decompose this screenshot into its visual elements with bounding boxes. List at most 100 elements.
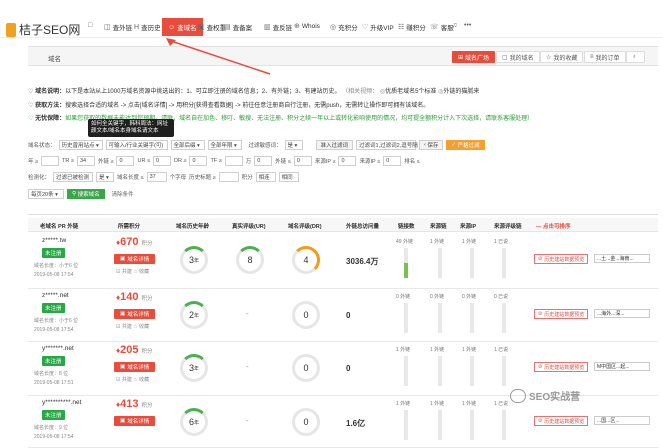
reset-link[interactable]: 清除条件 — [112, 190, 134, 198]
column-header-9[interactable]: 来源评级链 — [494, 222, 522, 230]
nav-item-6[interactable]: ▥ 查反链 — [264, 22, 292, 32]
site-logo[interactable]: 桔子SEO网 — [6, 21, 80, 38]
column-header-10[interactable]: — 点击可排序 — [536, 222, 571, 230]
tab-button-2[interactable]: ☆ 我的收藏 — [540, 51, 584, 63]
tab-button-label: 我的订单 — [595, 55, 620, 62]
detect-select[interactable]: 过滤已被检测 — [53, 172, 94, 182]
metric-label: DR ≥ — [173, 158, 187, 164]
connect-select[interactable]: 相连 — [255, 172, 276, 182]
ur-value: - — [246, 416, 249, 425]
filter-word-input[interactable]: 准入过滤词 — [315, 140, 354, 150]
cart-icon: ♡ — [28, 103, 34, 109]
source-link: 0 外链 — [430, 294, 445, 300]
link-icon: ⊘ — [538, 311, 543, 317]
nav-item-8[interactable]: ◎ 充积分 — [330, 22, 358, 32]
tab-button-4[interactable]: ♁ — [626, 51, 645, 63]
metric-label: 来源IP ≥ — [314, 159, 336, 165]
metric-input-0[interactable] — [41, 156, 60, 166]
column-header-4[interactable]: 域名评级(DR) — [288, 222, 322, 230]
age-ring: 3年 — [180, 354, 208, 382]
domain-detail-button[interactable]: ▣ 域名详情 — [114, 309, 156, 319]
metric-input-1[interactable]: 34 — [76, 156, 95, 166]
domain-name[interactable]: y*******.net — [42, 345, 74, 352]
video-link-2[interactable]: 外链的猫腻来 — [443, 89, 479, 95]
domain-name[interactable]: y**********.net — [42, 399, 81, 406]
status-select[interactable]: 历史曾用站点 ▾ — [58, 140, 103, 150]
filter-words-field[interactable]: 过滤词1,过滤词2,逗号隔 — [356, 140, 418, 150]
nav-item-13[interactable]: ••• — [464, 22, 473, 29]
history-preview-button[interactable]: ⊘ 历史建站数据预览 — [534, 416, 589, 426]
nav-item-2[interactable]: H 查历史 — [134, 22, 161, 33]
source-ip: 1 外链 — [462, 239, 477, 245]
metric-input-9[interactable]: 0 — [383, 156, 402, 166]
year-select[interactable]: 全部年限 ▾ — [207, 140, 242, 150]
detect-yes-select[interactable]: 是 ▾ — [96, 172, 115, 182]
tab-domain[interactable]: 域名 — [48, 53, 61, 63]
history-preview-button[interactable]: ⊘ 历史建站数据预览 — [534, 362, 589, 372]
domain-name[interactable]: z*****.net — [42, 292, 69, 299]
suffix-select[interactable]: 全部后缀 ▾ — [170, 140, 205, 150]
tab-button-label: 域名广场 — [465, 55, 490, 62]
nav-item-4[interactable]: ▣ 查权重 — [198, 22, 226, 32]
domain-name[interactable]: z*****.tw — [42, 237, 66, 244]
nav-item-0[interactable]: □ — [88, 22, 94, 29]
row-actions[interactable]: ☑ 共建 ☆ 收藏 — [116, 323, 149, 330]
tab-button-1[interactable]: ▢ 我的域名 — [496, 51, 540, 63]
filter-row-1: 域名状态： 历史曾用站点 ▾ 可输入/行业关键字(可) 全部后缀 ▾ 全部年限 … — [28, 139, 485, 151]
tab-button-icon: ♁ — [632, 54, 637, 60]
column-header-1[interactable]: 所需积分 — [118, 222, 140, 230]
same-select[interactable]: 相同 — [278, 172, 299, 182]
length-input[interactable]: 37 — [146, 172, 167, 182]
page-size-select[interactable]: 每页20条 ▾ — [28, 189, 64, 199]
nav-item-12[interactable]: ♫ — [452, 22, 459, 29]
nav-item-5[interactable]: ▤ 查备案 — [224, 22, 252, 32]
ur-value: 8 — [236, 246, 264, 274]
tab-button-0[interactable]: ⊞ 域名广场 — [452, 51, 496, 63]
history-title-input[interactable] — [218, 172, 239, 182]
metric-input-7[interactable]: 0 — [293, 156, 312, 166]
metric-label: 万 — [245, 159, 252, 165]
column-header-3[interactable]: 真实评级(UR) — [232, 222, 266, 230]
nav-item-1[interactable]: ◫ 查外链 — [104, 22, 132, 32]
column-header-0[interactable]: 老域名 PR 外链 — [40, 222, 78, 230]
domain-detail-button[interactable]: ▣ 域名详情 — [114, 416, 156, 426]
metric-input-8[interactable]: 0 — [338, 156, 357, 166]
status-badge: 未注册 — [42, 410, 65, 420]
sensitive-select[interactable]: 是 ▾ — [284, 140, 303, 150]
metric-input-2[interactable]: 0 — [116, 156, 135, 166]
column-header-6[interactable]: 链接数 — [398, 222, 415, 230]
points: ♦140 积分 — [116, 291, 153, 303]
nav-label: 查备案 — [232, 25, 253, 32]
source-link-bar — [438, 356, 442, 386]
metric-input-3[interactable]: 0 — [152, 156, 171, 166]
metric-input-6[interactable]: 0 — [254, 156, 273, 166]
tab-button-3[interactable]: ≡ 我的订单 — [584, 51, 626, 63]
history-preview-button[interactable]: ⊘ 历史建站数据预览 — [534, 254, 589, 264]
column-header-8[interactable]: 来源IP — [460, 222, 476, 230]
age-ring: 2年 — [180, 301, 208, 329]
domain-detail-button[interactable]: ▣ 域名详情 — [114, 254, 156, 264]
strict-filter-button[interactable]: ✓ 严格过滤 — [446, 140, 485, 150]
history-preview-button[interactable]: ⊘ 历史建站数据预览 — [534, 309, 589, 319]
tab-button-label: 我的域名 — [509, 55, 534, 62]
save-button[interactable]: ‹ 保存 — [419, 140, 444, 150]
column-header-5[interactable]: 外链总访问量 — [346, 222, 379, 230]
source-ip-bar — [470, 303, 474, 333]
nav-item-9[interactable]: ♡ 升级VIP — [362, 22, 394, 32]
nav-icon: ▣ — [198, 24, 205, 31]
row-actions[interactable]: ☑ 共建 ☆ 收藏 — [116, 268, 149, 275]
nav-item-11[interactable]: ☏ 客服 — [430, 22, 454, 32]
column-header-2[interactable]: 域名历史年龄 — [176, 222, 209, 230]
column-header-7[interactable]: 来源链 — [430, 222, 447, 230]
search-button[interactable]: ⚲ 搜索域名 — [67, 189, 105, 199]
keyword-input[interactable]: 可输入/行业关键字(可) — [105, 140, 168, 150]
domain-detail-button[interactable]: ▣ 域名详情 — [114, 362, 156, 372]
nav-item-10[interactable]: ☷ 赚积分 — [398, 22, 426, 32]
metric-input-5[interactable] — [224, 156, 243, 166]
history-tags: ...海外...深... — [594, 309, 650, 318]
video-link-1[interactable]: 优质老域名5个标准 — [385, 89, 436, 95]
nav-item-7[interactable]: ⊕ Whois — [294, 22, 320, 31]
metric-input-4[interactable]: 0 — [189, 156, 208, 166]
nav-item-3[interactable]: ☺ 查域名 — [162, 18, 203, 36]
row-actions[interactable]: ☑ 共建 ☆ 收藏 — [116, 376, 149, 383]
